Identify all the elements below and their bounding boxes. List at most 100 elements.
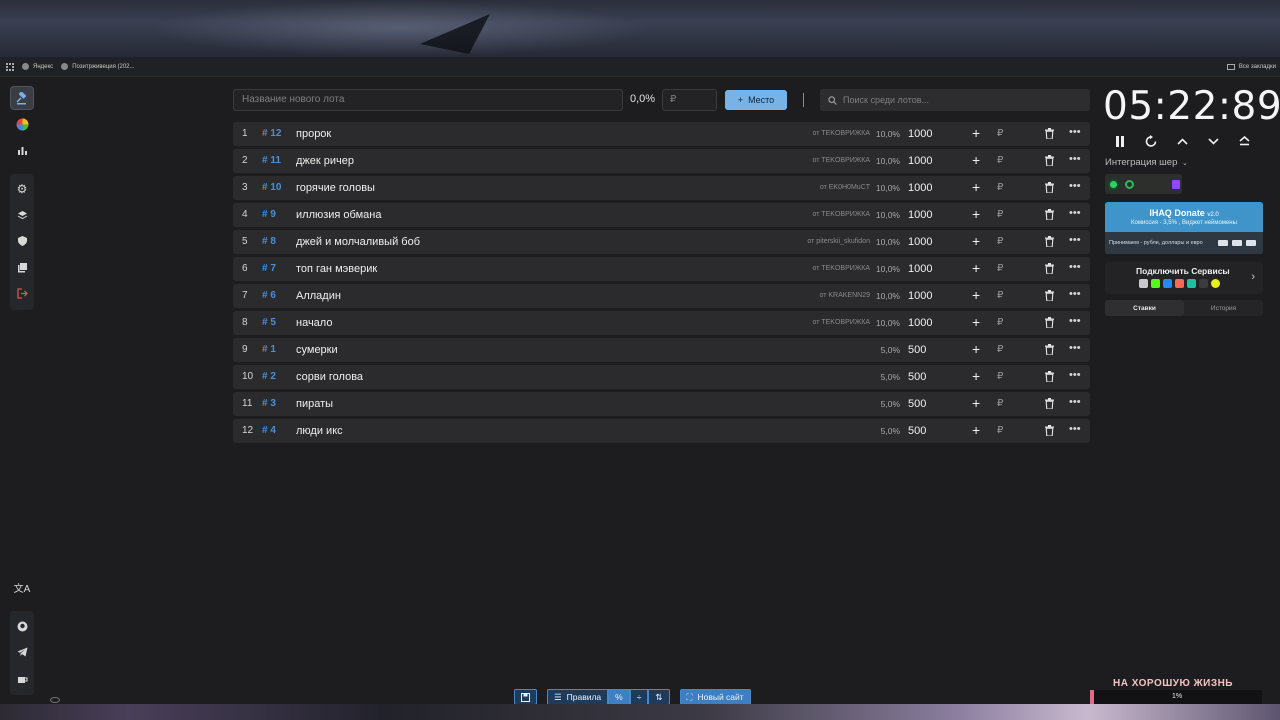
delete-lot-button[interactable] xyxy=(1045,155,1054,166)
pause-button[interactable] xyxy=(1112,133,1128,149)
new-lot-input[interactable]: Название нового лота xyxy=(233,89,623,111)
language-button[interactable]: 文A xyxy=(10,575,34,599)
delete-lot-button[interactable] xyxy=(1045,182,1054,193)
lot-row[interactable]: 3 # 10 горячие головы от EK0H0MuCT 10,0% 1000… xyxy=(233,176,1090,200)
lot-name[interactable]: сорви голова xyxy=(296,371,363,383)
more-options-button[interactable]: ••• xyxy=(1069,234,1081,246)
add-amount-button[interactable]: + xyxy=(972,395,980,411)
library-button[interactable] xyxy=(10,255,34,279)
delete-lot-button[interactable] xyxy=(1045,290,1054,301)
collapse-button[interactable] xyxy=(1236,133,1252,149)
sort-button[interactable]: ⇅ xyxy=(648,689,670,705)
lot-amount[interactable]: 500 xyxy=(908,425,926,437)
stats-button[interactable] xyxy=(10,138,34,162)
delete-lot-button[interactable] xyxy=(1045,209,1054,220)
lot-name[interactable]: иллюзия обмана xyxy=(296,209,381,221)
lot-row[interactable]: 12 # 4 люди икс 5,0% 500 + ₽ ••• xyxy=(233,419,1090,443)
lot-currency-input[interactable]: ₽ xyxy=(997,209,1003,220)
logout-button[interactable] xyxy=(10,281,34,305)
lot-amount[interactable]: 1000 xyxy=(908,209,932,221)
more-options-button[interactable]: ••• xyxy=(1069,369,1081,381)
lot-currency-input[interactable]: ₽ xyxy=(997,128,1003,139)
lot-name[interactable]: сумерки xyxy=(296,344,338,356)
delete-lot-button[interactable] xyxy=(1045,425,1054,436)
donate-link-button[interactable] xyxy=(10,666,34,690)
lot-name[interactable]: люди икс xyxy=(296,425,343,437)
wheel-button[interactable] xyxy=(10,112,34,136)
lot-currency-input[interactable]: ₽ xyxy=(997,398,1003,409)
lot-row[interactable]: 9 # 1 сумерки 5,0% 500 + ₽ ••• xyxy=(233,338,1090,362)
delete-lot-button[interactable] xyxy=(1045,344,1054,355)
lot-currency-input[interactable]: ₽ xyxy=(997,344,1003,355)
more-options-button[interactable]: ••• xyxy=(1069,261,1081,273)
more-options-button[interactable]: ••• xyxy=(1069,207,1081,219)
reset-button[interactable] xyxy=(1143,133,1159,149)
tab-history[interactable]: История xyxy=(1184,300,1263,316)
add-amount-button[interactable]: + xyxy=(972,314,980,330)
integration-dropdown[interactable]: Интеграция шер ⌄ xyxy=(1105,157,1188,168)
lot-row[interactable]: 2 # 11 джек ричер от TEKOBPИЖКА 10,0% 1000 + ₽ •… xyxy=(233,149,1090,173)
connect-services[interactable]: Подключить Сервисы › xyxy=(1105,262,1263,294)
new-site-button[interactable]: ⛶ Новый сайт xyxy=(679,689,751,705)
lot-currency-input[interactable]: ₽ xyxy=(997,290,1003,301)
bookmark-item[interactable]: Позитрживеция (202... xyxy=(61,63,135,70)
lot-currency-input[interactable]: ₽ xyxy=(997,236,1003,247)
lot-amount[interactable]: 1000 xyxy=(908,290,932,302)
donate-banner[interactable]: IHAQ Donate v2.0 Комиссия - 3,5% , Видже… xyxy=(1105,202,1263,254)
bookmark-yandex[interactable]: Яндекс xyxy=(22,63,53,70)
add-amount-button[interactable]: + xyxy=(972,341,980,357)
add-amount-button[interactable]: + xyxy=(972,179,980,195)
lot-currency-input[interactable]: ₽ xyxy=(997,182,1003,193)
lot-amount[interactable]: 1000 xyxy=(908,155,932,167)
divide-button[interactable]: ÷ xyxy=(629,689,649,705)
delete-lot-button[interactable] xyxy=(1045,398,1054,409)
all-bookmarks[interactable]: Все закладки xyxy=(1226,63,1276,70)
more-options-button[interactable]: ••• xyxy=(1069,288,1081,300)
lot-name[interactable]: топ ган мэверик xyxy=(296,263,377,275)
lot-name[interactable]: пророк xyxy=(296,128,331,140)
percent-button[interactable]: % xyxy=(608,689,630,705)
add-amount-button[interactable]: + xyxy=(972,287,980,303)
rules-button[interactable]: ☰ Правила xyxy=(547,689,609,705)
lot-name[interactable]: пираты xyxy=(296,398,333,410)
lot-row[interactable]: 10 # 2 сорви голова 5,0% 500 + ₽ ••• xyxy=(233,365,1090,389)
telegram-button[interactable] xyxy=(10,640,34,664)
lot-row[interactable]: 11 # 3 пираты 5,0% 500 + ₽ ••• xyxy=(233,392,1090,416)
lot-name[interactable]: Алладин xyxy=(296,290,341,302)
lot-amount[interactable]: 500 xyxy=(908,371,926,383)
github-button[interactable] xyxy=(10,614,34,638)
lot-amount[interactable]: 500 xyxy=(908,344,926,356)
auction-hammer-button[interactable] xyxy=(10,86,34,110)
lot-currency-input[interactable]: ₽ xyxy=(997,263,1003,274)
lot-amount[interactable]: 500 xyxy=(908,398,926,410)
time-down-button[interactable] xyxy=(1205,133,1221,149)
search-input[interactable]: Поиск среди лотов... xyxy=(820,89,1090,111)
layers-button[interactable] xyxy=(10,203,34,227)
more-options-button[interactable]: ••• xyxy=(1069,423,1081,435)
add-amount-button[interactable]: + xyxy=(972,368,980,384)
lot-row[interactable]: 6 # 7 топ ган мэверик от TEKOBPИЖКА 10,0% 100… xyxy=(233,257,1090,281)
shield-button[interactable] xyxy=(10,229,34,253)
lot-amount[interactable]: 1000 xyxy=(908,128,932,140)
delete-lot-button[interactable] xyxy=(1045,317,1054,328)
delete-lot-button[interactable] xyxy=(1045,371,1054,382)
lot-row[interactable]: 8 # 5 начало от TEKOBPИЖКА 10,0% 1000 + ₽ ••• xyxy=(233,311,1090,335)
more-options-button[interactable]: ••• xyxy=(1069,153,1081,165)
tab-bets[interactable]: Ставки xyxy=(1105,300,1184,316)
delete-lot-button[interactable] xyxy=(1045,128,1054,139)
delete-lot-button[interactable] xyxy=(1045,263,1054,274)
lot-row[interactable]: 5 # 8 джей и молчаливый боб от piterskii_sk… xyxy=(233,230,1090,254)
lot-currency-input[interactable]: ₽ xyxy=(997,155,1003,166)
more-options-button[interactable]: ••• xyxy=(1069,180,1081,192)
lot-amount[interactable]: 1000 xyxy=(908,317,932,329)
lot-row[interactable]: 7 # 6 Алладин от KRAKENN29 10,0% 1000 + ₽ ••• xyxy=(233,284,1090,308)
add-amount-button[interactable]: + xyxy=(972,206,980,222)
lot-currency-input[interactable]: ₽ xyxy=(997,371,1003,382)
apps-grid-icon[interactable] xyxy=(6,62,14,71)
add-amount-button[interactable]: + xyxy=(972,422,980,438)
save-button[interactable] xyxy=(514,689,537,705)
lot-currency-input[interactable]: ₽ xyxy=(997,425,1003,436)
lot-amount[interactable]: 1000 xyxy=(908,236,932,248)
more-options-button[interactable]: ••• xyxy=(1069,315,1081,327)
lot-name[interactable]: джек ричер xyxy=(296,155,354,167)
